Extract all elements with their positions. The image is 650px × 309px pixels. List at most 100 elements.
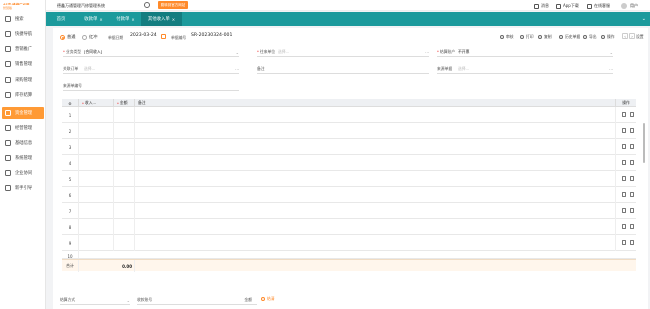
- amount-cell[interactable]: [114, 155, 135, 171]
- amount-cell[interactable]: [114, 203, 135, 219]
- audit-button[interactable]: 审核: [500, 34, 514, 40]
- delete-icon[interactable]: [622, 208, 626, 213]
- sidebar-item-finance[interactable]: 资金管理: [2, 107, 44, 119]
- sidebar-item-marketing[interactable]: 营销推广: [2, 43, 44, 55]
- settings-icon[interactable]: ⚙: [62, 99, 79, 107]
- income-type-cell[interactable]: [79, 203, 114, 219]
- business-type-field[interactable]: *业务类型 [合同收入] ⌄: [63, 48, 239, 57]
- close-icon[interactable]: ×: [172, 17, 175, 22]
- column-amount[interactable]: * 金额: [114, 99, 135, 107]
- copy-icon[interactable]: [630, 144, 634, 149]
- print-preview-button[interactable]: 打印: [520, 34, 534, 40]
- copy-icon[interactable]: [630, 208, 634, 213]
- delete-icon[interactable]: [622, 176, 626, 181]
- payment-account-field[interactable]: 收款账号: [137, 296, 217, 305]
- payment-method-field[interactable]: 结算方式 ⌄: [60, 296, 130, 305]
- history-button[interactable]: 历史单据: [559, 34, 580, 40]
- sidebar-item-business[interactable]: 经营管理: [2, 122, 44, 134]
- column-income-type[interactable]: * 收入...: [79, 99, 114, 107]
- copy-icon[interactable]: [630, 240, 634, 245]
- remark-field[interactable]: 备注: [257, 65, 429, 74]
- remark-cell[interactable]: [135, 187, 616, 203]
- unit-field[interactable]: *往来单位 选择... ···: [257, 48, 429, 57]
- calendar-icon[interactable]: [161, 34, 166, 39]
- sidebar-item-collab[interactable]: 企业协同: [2, 167, 44, 179]
- close-icon[interactable]: ×: [99, 17, 102, 22]
- delete-icon[interactable]: [622, 224, 626, 229]
- online-service-button[interactable]: 在线客服: [587, 3, 610, 9]
- next-button[interactable]: ›: [629, 33, 635, 39]
- settle-account-field[interactable]: *结算账户 不开票 ⌄: [437, 48, 613, 57]
- sidebar-item-purchase[interactable]: 采购管理: [2, 74, 44, 86]
- tab-home[interactable]: 首页: [46, 12, 76, 26]
- sidebar-item-guide[interactable]: 新手引导: [2, 182, 44, 194]
- amount-cell[interactable]: [114, 123, 135, 139]
- remark-cell[interactable]: [135, 219, 616, 235]
- sidebar-item-system[interactable]: 系统管理: [2, 152, 44, 164]
- settle-button[interactable]: 结清: [261, 296, 275, 302]
- export-button[interactable]: 导出: [583, 34, 597, 40]
- remark-cell[interactable]: [135, 235, 616, 251]
- sidebar-item-inventory[interactable]: 库存结算: [2, 89, 44, 101]
- close-icon[interactable]: ×: [131, 17, 134, 22]
- remark-cell[interactable]: [135, 139, 616, 155]
- amount-cell[interactable]: [114, 171, 135, 187]
- income-type-cell[interactable]: [79, 155, 114, 171]
- remark-cell[interactable]: [135, 123, 616, 139]
- sidebar-item-search[interactable]: 搜索: [2, 13, 44, 25]
- date-value[interactable]: 2023-03-24: [130, 33, 157, 38]
- tab-payment[interactable]: 付款单 ×: [110, 12, 141, 26]
- remark-cell[interactable]: [135, 107, 616, 123]
- sidebar-item-info[interactable]: 基础信息: [2, 137, 44, 149]
- remark-cell[interactable]: [135, 203, 616, 219]
- chevron-down-icon[interactable]: ⌄: [642, 16, 646, 22]
- amount-cell[interactable]: [114, 219, 135, 235]
- copy-icon[interactable]: [630, 160, 634, 165]
- delete-icon[interactable]: [622, 160, 626, 165]
- delete-icon[interactable]: [622, 240, 626, 245]
- amount-cell[interactable]: [114, 187, 135, 203]
- income-type-cell[interactable]: [79, 139, 114, 155]
- copy-icon[interactable]: [630, 128, 634, 133]
- amount-cell[interactable]: [114, 235, 135, 251]
- radio-normal[interactable]: 普通: [60, 34, 75, 40]
- amount-field[interactable]: 金额: [213, 296, 257, 305]
- delete-icon[interactable]: [622, 112, 626, 117]
- amount-cell[interactable]: [114, 139, 135, 155]
- radio-red[interactable]: 红冲: [82, 34, 97, 40]
- official-site-button[interactable]: 跳转到官方网站: [158, 1, 188, 9]
- copy-icon[interactable]: [630, 176, 634, 181]
- copy-icon[interactable]: [630, 112, 634, 117]
- copy-icon[interactable]: [630, 192, 634, 197]
- app-download-button[interactable]: App下载: [556, 3, 579, 9]
- income-type-cell[interactable]: [79, 171, 114, 187]
- related-order-field[interactable]: 关联订单 选择... ···: [63, 65, 239, 74]
- amount-cell[interactable]: [114, 107, 135, 123]
- more-actions-button[interactable]: 操作: [601, 34, 615, 40]
- delete-icon[interactable]: [622, 192, 626, 197]
- refresh-icon[interactable]: [144, 2, 150, 8]
- tab-receipt[interactable]: 收款单 ×: [77, 12, 110, 26]
- prev-button[interactable]: ‹: [622, 33, 628, 39]
- notice-button[interactable]: 消息: [534, 3, 549, 9]
- column-remark[interactable]: 备注: [135, 99, 616, 107]
- delete-icon[interactable]: [622, 128, 626, 133]
- copy-icon[interactable]: [630, 224, 634, 229]
- remark-cell[interactable]: [135, 171, 616, 187]
- income-type-cell[interactable]: [79, 235, 114, 251]
- copy-button[interactable]: 复制: [538, 34, 552, 40]
- sidebar-item-shortcut[interactable]: 快捷导航: [2, 28, 44, 40]
- delete-icon[interactable]: [622, 144, 626, 149]
- income-type-cell[interactable]: [79, 219, 114, 235]
- remark-cell[interactable]: [135, 155, 616, 171]
- source-no-field[interactable]: 来源单编号: [63, 82, 239, 91]
- tab-other-income[interactable]: 其他收入单 ×: [141, 12, 182, 26]
- income-type-cell[interactable]: [79, 187, 114, 203]
- table-scrollbar[interactable]: [643, 123, 645, 163]
- sidebar-item-sales[interactable]: 销售管理: [2, 58, 44, 70]
- user-menu[interactable]: 用户: [621, 3, 638, 9]
- income-type-cell[interactable]: [79, 123, 114, 139]
- income-type-cell[interactable]: [79, 107, 114, 123]
- settings-button[interactable]: 设置: [636, 34, 644, 40]
- source-field[interactable]: 来源单据 选择... ···: [437, 65, 613, 74]
